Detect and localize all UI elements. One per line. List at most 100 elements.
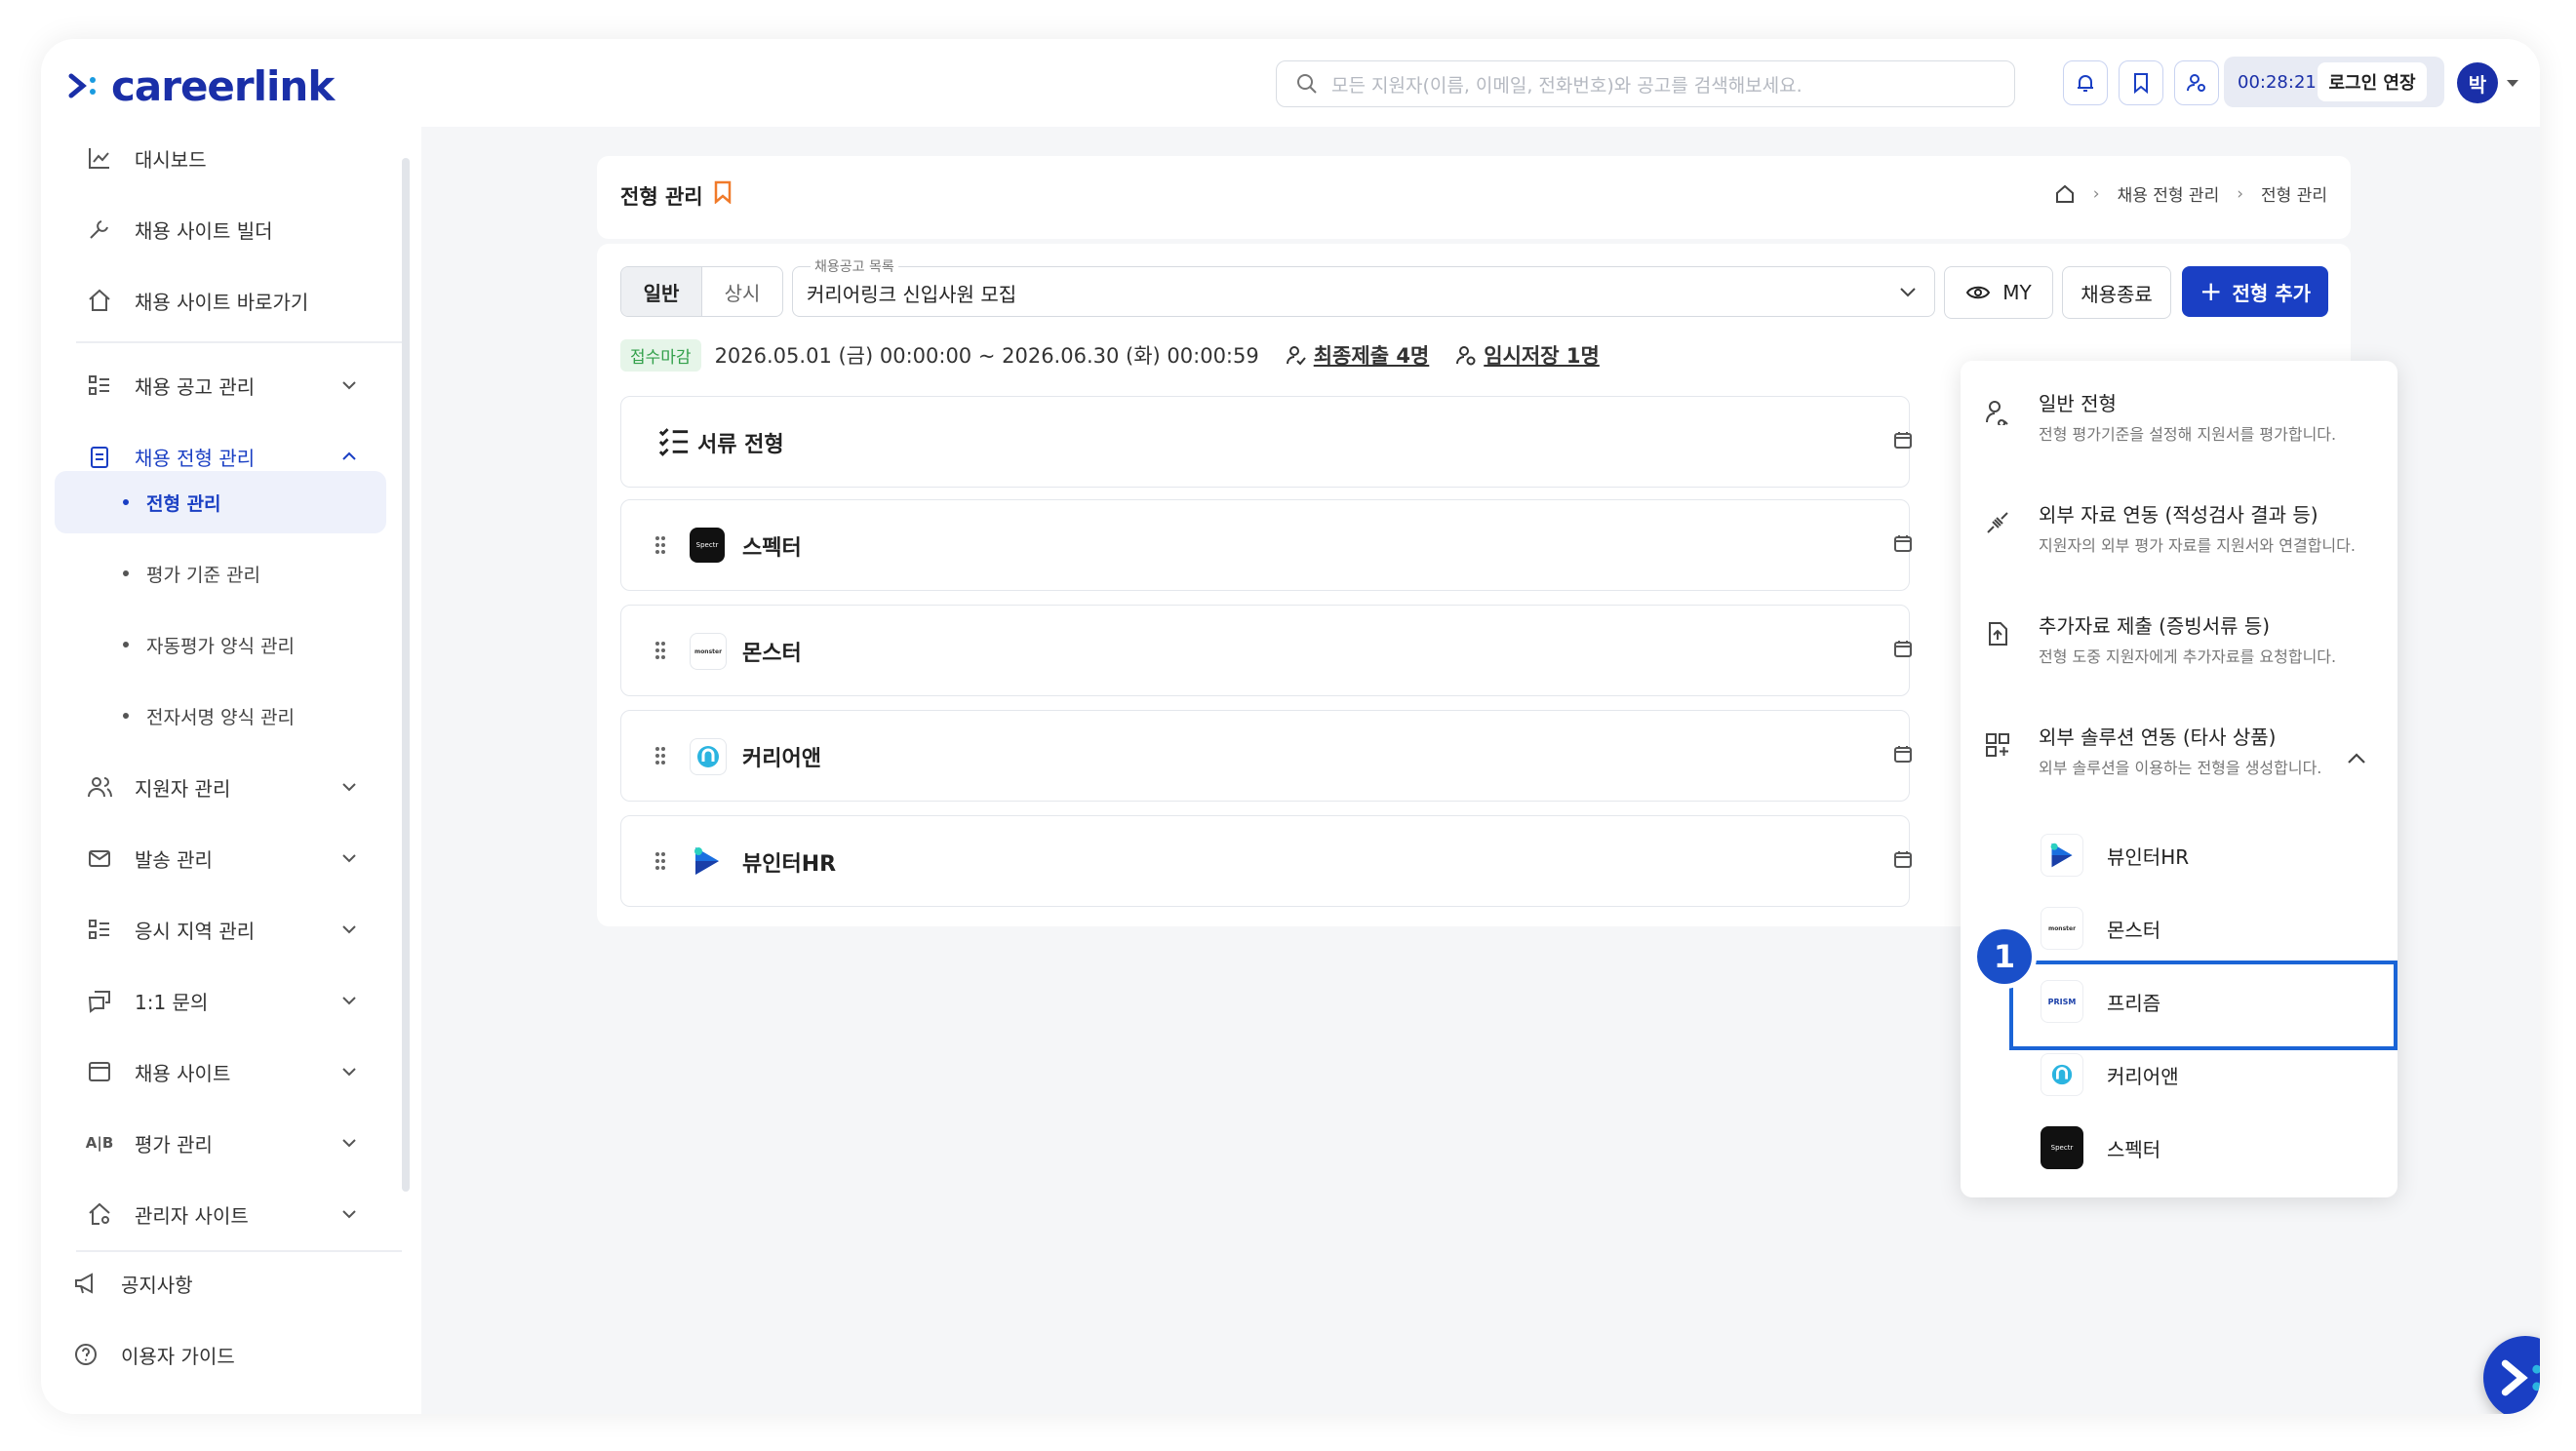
bell-icon	[2078, 75, 2093, 92]
sidebar-subitem-criteria[interactable]: 평가 기준 관리	[123, 554, 260, 593]
mail-icon	[84, 843, 115, 874]
stage-row[interactable]: 서류 전형	[620, 396, 1913, 488]
solution-monster[interactable]: monster 몬스터	[2041, 901, 2372, 956]
timer-text: 00:28:21	[2238, 71, 2317, 93]
home-icon[interactable]	[2054, 183, 2076, 205]
temp-save-link[interactable]: 임시저장 1명	[1484, 340, 1600, 370]
solution-name: 커리어앤	[2107, 1064, 2179, 1088]
sidebar-item-inquiry[interactable]: 1:1 문의	[84, 981, 208, 1020]
sidebar-item-screening[interactable]: 채용 전형 관리	[84, 437, 255, 476]
sidebar-scrollbar[interactable]	[402, 158, 410, 1192]
stage-row[interactable]: monster 몬스터	[620, 605, 1913, 696]
chevron-down-icon[interactable]	[339, 375, 359, 395]
chevron-right-icon: ›	[2237, 183, 2244, 204]
job-posting-select[interactable]: 채용공고 목록 커리어링크 신입사원 모집	[792, 256, 1935, 317]
select-value: 커리어링크 신입사원 모집	[807, 283, 1017, 306]
plug-icon	[1982, 507, 2013, 538]
sidebar-item-site-shortcut[interactable]: 채용 사이트 바로가기	[84, 281, 308, 320]
divider	[76, 341, 402, 343]
add-stage-button[interactable]: + 전형 추가	[2182, 266, 2328, 317]
solution-specter[interactable]: Spectr 스펙터	[2041, 1120, 2372, 1175]
calendar-icon[interactable]	[1893, 430, 1913, 450]
sidebar-subitem-auto-eval[interactable]: 자동평가 양식 관리	[123, 625, 295, 664]
sidebar-item-dashboard[interactable]: 대시보드	[84, 138, 207, 177]
sidebar-item-test-region[interactable]: 응시 지역 관리	[84, 910, 255, 949]
chevron-down-icon[interactable]	[2507, 80, 2518, 87]
tab-general[interactable]: 일반	[621, 267, 701, 316]
my-label: MY	[2002, 281, 2032, 304]
sidebar-item-career-site[interactable]: 채용 사이트	[84, 1052, 230, 1091]
page-header-card: 전형 관리 › 채용 전형 관리 › 전형 관리	[597, 156, 2351, 239]
drag-handle-icon[interactable]	[654, 641, 666, 660]
logo[interactable]: careerlink	[68, 62, 335, 110]
sidebar-item-label: 공지사항	[121, 1273, 193, 1297]
grid-plus-icon	[1982, 729, 2013, 761]
sidebar-item-mailing[interactable]: 발송 관리	[84, 839, 213, 878]
stage-row[interactable]: 커리어앤	[620, 710, 1913, 802]
calendar-icon[interactable]	[1893, 639, 1913, 658]
chat-icon	[84, 985, 115, 1016]
chevron-down-icon[interactable]	[339, 1204, 359, 1224]
option-external-solution[interactable]: 외부 솔루션 연동 (타사 상품) 외부 솔루션을 이용하는 전형을 생성합니다…	[1961, 694, 2398, 792]
sidebar-item-evaluation[interactable]: A|B 평가 관리	[84, 1123, 213, 1162]
breadcrumb-item[interactable]: 전형 관리	[2261, 181, 2327, 206]
sidebar-item-admin-site[interactable]: 관리자 사이트	[84, 1195, 249, 1234]
sidebar-item-job-posting[interactable]: 채용 공고 관리	[84, 366, 255, 405]
chevron-down-icon[interactable]	[339, 991, 359, 1010]
drag-handle-icon[interactable]	[654, 746, 666, 765]
stage-row[interactable]: Spectr 스펙터	[620, 499, 1913, 591]
option-external-data[interactable]: 외부 자료 연동 (적성검사 결과 등) 지원자의 외부 평가 자료를 지원서와…	[1961, 472, 2398, 569]
calendar-icon[interactable]	[1893, 533, 1913, 553]
sidebar-item-label: 채용 공고 관리	[135, 374, 256, 399]
chevron-down-icon[interactable]	[339, 848, 359, 868]
sidebar-item-notice[interactable]: 공지사항	[70, 1264, 193, 1303]
bookmark-icon[interactable]	[714, 180, 732, 204]
chatbot-button[interactable]	[2483, 1336, 2540, 1414]
logo-mark-icon	[68, 73, 96, 98]
chevron-up-icon[interactable]	[339, 447, 359, 466]
sidebar-subitem-esign[interactable]: 전자서명 양식 관리	[123, 696, 295, 735]
bullet	[123, 713, 129, 719]
stage-name: 커리어앤	[742, 747, 821, 771]
extend-login-button[interactable]: 로그인 연장	[2318, 62, 2427, 101]
option-additional-docs[interactable]: 추가자료 제출 (증빙서류 등) 전형 도중 지원자에게 추가자료를 요청합니다…	[1961, 583, 2398, 681]
search-input[interactable]: 모든 지원자(이름, 이메일, 전화번호)와 공고를 검색해보세요.	[1276, 60, 2015, 107]
option-title: 외부 솔루션 연동 (타사 상품)	[2039, 726, 2277, 749]
solution-careerand[interactable]: 커리어앤	[2041, 1047, 2372, 1102]
sidebar-item-label: 응시 지역 관리	[135, 919, 256, 943]
end-recruiting-button[interactable]: 채용종료	[2062, 266, 2171, 319]
tab-always[interactable]: 상시	[701, 267, 782, 316]
chevron-up-icon[interactable]	[2347, 751, 2366, 765]
drag-handle-icon[interactable]	[654, 535, 666, 555]
bullet	[123, 570, 129, 576]
notification-button[interactable]	[2063, 60, 2108, 105]
solution-viewinter[interactable]: 뷰인터HR	[2041, 828, 2372, 882]
chevron-down-icon[interactable]	[339, 1133, 359, 1153]
sidebar-subitem-stage-management[interactable]: 전형 관리	[123, 483, 221, 522]
chevron-down-icon[interactable]	[339, 777, 359, 797]
stage-name: 스펙터	[742, 536, 802, 561]
sidebar-item-applicants[interactable]: 지원자 관리	[84, 767, 230, 806]
user-settings-button[interactable]	[2174, 60, 2219, 105]
final-submit-link[interactable]: 최종제출 4명	[1314, 340, 1430, 370]
avatar[interactable]: 박	[2457, 62, 2498, 103]
chevron-down-icon[interactable]	[339, 920, 359, 939]
calendar-icon[interactable]	[1893, 849, 1913, 869]
sidebar-item-site-builder[interactable]: 채용 사이트 빌더	[84, 210, 273, 249]
my-button[interactable]: MY	[1944, 266, 2053, 319]
monster-logo: monster	[690, 633, 727, 670]
drag-handle-icon[interactable]	[654, 851, 666, 871]
sidebar-subitem-label: 전형 관리	[146, 492, 221, 515]
plus-icon: +	[2199, 275, 2223, 307]
breadcrumb-item[interactable]: 채용 전형 관리	[2118, 181, 2220, 206]
option-general-stage[interactable]: 일반 전형 전형 평가기준을 설정해 지원서를 평가합니다.	[1961, 361, 2398, 458]
calendar-icon[interactable]	[1893, 744, 1913, 764]
sidebar: 대시보드 채용 사이트 빌더 채용 사이트 바로가기 채용 공고 관리 채용 전…	[41, 127, 421, 1414]
option-title: 일반 전형	[2039, 392, 2117, 415]
sidebar-item-label: 이용자 가이드	[121, 1344, 235, 1368]
sidebar-item-user-guide[interactable]: 이용자 가이드	[70, 1335, 235, 1374]
chevron-down-icon[interactable]	[339, 1062, 359, 1081]
stage-name: 서류 전형	[697, 433, 784, 457]
stage-row[interactable]: 뷰인터HR	[620, 815, 1913, 907]
bookmark-button[interactable]	[2119, 60, 2163, 105]
